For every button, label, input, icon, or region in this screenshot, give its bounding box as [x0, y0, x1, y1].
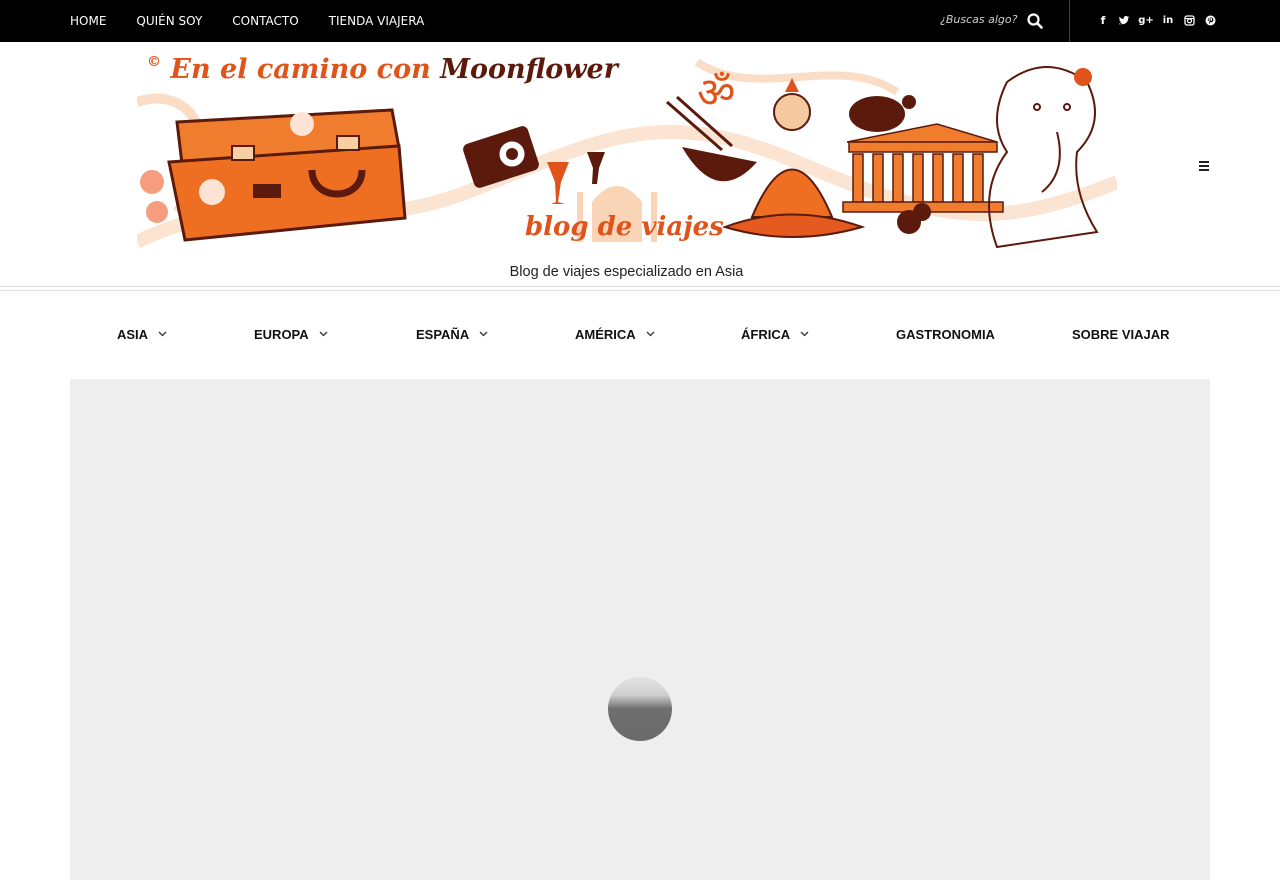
topnav-quien-soy[interactable]: QUIÉN SOY — [136, 14, 202, 28]
nav-item-label: AMÉRICA — [575, 326, 636, 342]
menu-icon[interactable] — [1197, 157, 1211, 171]
twitter-icon[interactable] — [1118, 13, 1130, 27]
banner-subtitle: blog de viajes — [525, 212, 724, 242]
nav-item-label: GASTRONOMIA — [896, 326, 995, 342]
nav-item-america[interactable]: AMÉRICA — [575, 322, 655, 346]
nav-item-label: ÁFRICA — [741, 326, 791, 342]
nav-item-asia[interactable]: ASIA — [117, 322, 167, 346]
divider — [0, 290, 1280, 291]
nav-item-gastronomia[interactable]: GASTRONOMIA — [896, 322, 995, 346]
nav-item-label: ESPAÑA — [416, 326, 470, 342]
nav-item-label: ASIA — [117, 326, 149, 342]
top-bar: HOME QUIÉN SOY CONTACTO TIENDA VIAJERA ¿… — [0, 0, 1280, 42]
search-icon[interactable] — [1026, 12, 1044, 30]
facebook-icon[interactable]: f — [1097, 13, 1109, 27]
google-plus-icon[interactable]: g+ — [1138, 13, 1154, 27]
topnav-contacto[interactable]: CONTACTO — [232, 14, 298, 28]
nav-item-europa[interactable]: EUROPA — [254, 322, 328, 346]
divider — [0, 286, 1280, 287]
nav-item-sobre-viajar[interactable]: SOBRE VIAJAR — [1072, 322, 1170, 346]
nav-item-espana[interactable]: ESPAÑA — [416, 322, 488, 346]
topnav-home[interactable]: HOME — [70, 14, 106, 28]
pinterest-icon[interactable] — [1204, 13, 1216, 27]
main-navigation: ASIA EUROPA ESPAÑA AMÉRICA ÁFRICA GASTRO… — [0, 322, 1280, 346]
site-tagline: Blog de viajes especializado en Asia — [509, 264, 744, 280]
nav-item-label: EUROPA — [254, 326, 309, 342]
loading-spinner-icon — [608, 677, 672, 741]
linkedin-icon[interactable]: in — [1162, 13, 1174, 27]
nav-item-africa[interactable]: ÁFRICA — [741, 322, 809, 346]
chevron-down-icon — [158, 331, 167, 337]
svg-text:ॐ: ॐ — [697, 68, 735, 117]
banner-title: © En el camino con Moonflower — [147, 54, 618, 85]
banner-title-prefix: En el camino con — [170, 54, 431, 85]
search-input[interactable]: ¿Buscas algo? — [940, 13, 1017, 26]
featured-slider — [70, 379, 1210, 880]
chevron-down-icon — [479, 331, 488, 337]
instagram-icon[interactable] — [1183, 13, 1195, 27]
social-links: f g+ in — [1097, 13, 1216, 27]
banner-title-brand: Moonflower — [440, 54, 618, 85]
nav-item-label: SOBRE VIAJAR — [1072, 326, 1170, 342]
top-navigation: HOME QUIÉN SOY CONTACTO TIENDA VIAJERA — [70, 0, 454, 42]
topnav-tienda-viajera[interactable]: TIENDA VIAJERA — [329, 14, 425, 28]
chevron-down-icon — [800, 331, 809, 337]
header-banner[interactable]: ॐ © En el camino con Moonflower blog de … — [137, 42, 1117, 251]
chevron-down-icon — [646, 331, 655, 337]
chevron-down-icon — [319, 331, 328, 337]
topbar-divider — [1069, 0, 1070, 42]
